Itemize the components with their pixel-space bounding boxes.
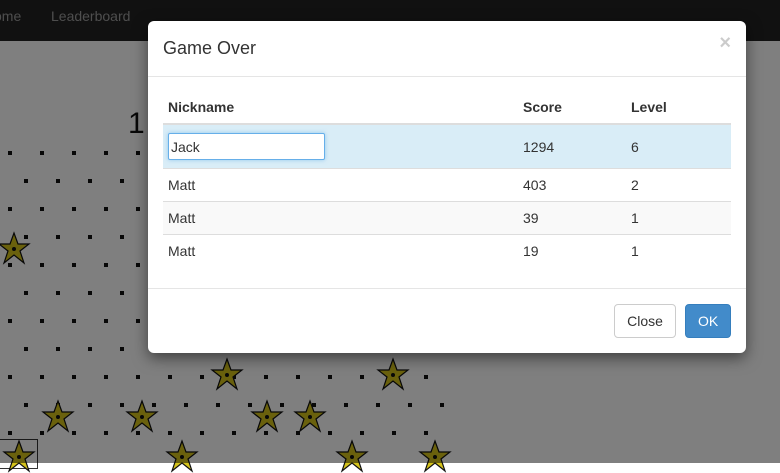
- score-cell: 403: [518, 168, 626, 202]
- table-header-row: Nickname Score Level: [163, 97, 731, 125]
- table-row: Matt 39 1: [163, 201, 731, 235]
- score-cell: 1294: [518, 123, 626, 169]
- modal-footer: Close OK: [148, 288, 746, 353]
- nickname-input[interactable]: [168, 133, 325, 160]
- modal-body: Nickname Score Level 1294 6 Matt 403 2: [148, 77, 746, 289]
- table-row: Matt 19 1: [163, 234, 731, 267]
- nickname-cell: Matt: [163, 168, 518, 202]
- table-row: Matt 403 2: [163, 168, 731, 202]
- score-cell: 39: [518, 201, 626, 235]
- column-header-nickname: Nickname: [163, 97, 518, 125]
- level-cell: 1: [626, 201, 731, 235]
- level-cell: 2: [626, 168, 731, 202]
- close-icon[interactable]: ×: [719, 33, 731, 53]
- level-cell: 1: [626, 234, 731, 267]
- column-header-level: Level: [626, 97, 731, 125]
- score-cell: 19: [518, 234, 626, 267]
- column-header-score: Score: [518, 97, 626, 125]
- nickname-cell: [163, 123, 518, 169]
- nickname-cell: Matt: [163, 234, 518, 267]
- modal-header: Game Over ×: [148, 21, 746, 77]
- close-button[interactable]: Close: [614, 304, 676, 338]
- game-over-dialog: Game Over × Nickname Score Level 1294 6: [148, 21, 746, 353]
- ok-button[interactable]: OK: [685, 304, 731, 338]
- leaderboard-table: Nickname Score Level 1294 6 Matt 403 2: [163, 97, 731, 267]
- level-cell: 6: [626, 123, 731, 169]
- current-entry-row: 1294 6: [163, 123, 731, 169]
- modal-title: Game Over: [163, 38, 257, 58]
- nickname-cell: Matt: [163, 201, 518, 235]
